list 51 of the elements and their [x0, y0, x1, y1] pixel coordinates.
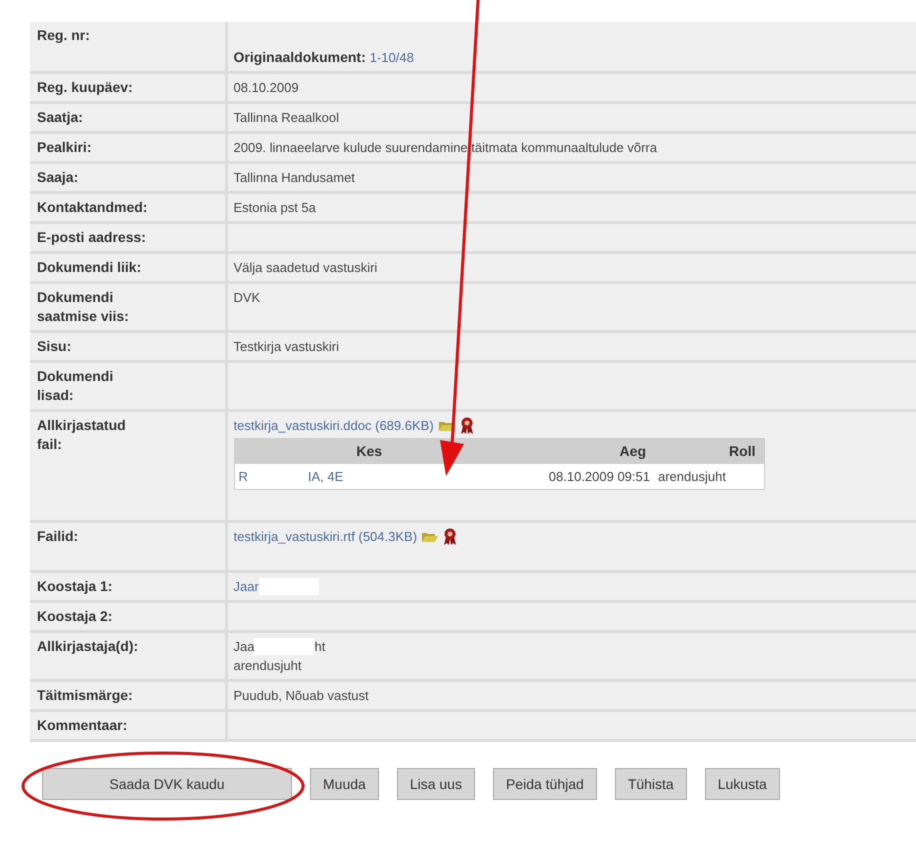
award-ribbon-icon[interactable]: [460, 416, 474, 435]
field-label: Koostaja 1:: [37, 577, 112, 596]
action-button[interactable]: Peida tühjad: [492, 768, 597, 800]
field-label: Allkirjastatud fail:: [37, 416, 127, 454]
column-header: Kes: [234, 438, 504, 464]
field-value: Tallinna Reaalkool: [234, 110, 340, 125]
action-button[interactable]: Tühista: [614, 768, 687, 800]
field-value: Puudub, Nõuab vastust: [234, 688, 369, 703]
field-caption: Originaaldokument:: [234, 49, 366, 65]
person-link[interactable]: Jaar: [234, 579, 259, 594]
field-label: Failid:: [37, 527, 78, 546]
field-label: Kommentaar:: [37, 716, 128, 735]
table-cell: 08.10.2009 09:51: [504, 464, 654, 490]
signer-name[interactable]: R: [238, 469, 248, 484]
field-label: Sisu:: [37, 337, 72, 356]
field-label: Reg. kuupäev:: [37, 78, 133, 97]
field-value: Testkirja vastuskiri: [234, 339, 339, 354]
column-header: Roll: [654, 438, 764, 464]
action-button[interactable]: Lisa uus: [396, 768, 475, 800]
field-label: Täitmismärge:: [37, 686, 133, 705]
file-link[interactable]: testkirja_vastuskiri.ddoc (689.6KB): [234, 418, 434, 433]
award-ribbon-icon[interactable]: [443, 528, 458, 546]
field-label: Dokumendi saatmise viis:: [37, 288, 130, 326]
field-value: 2009. linnaeelarve kulude suurendamine täitmata kommunaaltulude võrra: [234, 140, 657, 155]
field-label: Dokumendi lisad:: [37, 367, 114, 405]
field-label: Pealkiri:: [37, 138, 92, 157]
table-cell: arendusjuht: [654, 464, 764, 490]
field-value: Välja saadetud vastuskiri: [234, 260, 378, 275]
action-button[interactable]: Saada DVK kaudu: [42, 768, 292, 800]
action-button[interactable]: Muuda: [310, 768, 379, 800]
action-button[interactable]: Lukusta: [704, 768, 780, 800]
field-value: DVK: [234, 290, 260, 305]
column-header: Aeg: [504, 438, 654, 464]
field-label: Koostaja 2:: [37, 607, 112, 626]
signer-name: ht: [314, 639, 326, 654]
field-label: E-posti aadress:: [37, 228, 146, 247]
document-link[interactable]: 1-10/48: [370, 50, 414, 65]
field-label: Kontaktandmed:: [37, 198, 148, 217]
field-label: Saaja:: [37, 168, 78, 187]
signer-role: arendusjuht: [234, 658, 302, 673]
file-link[interactable]: testkirja_vastuskiri.rtf (504.3KB): [234, 529, 418, 544]
field-label: Reg. nr:: [37, 26, 90, 45]
signer-name[interactable]: IA, 4E: [308, 469, 344, 484]
field-label: Allkirjastaja(d):: [37, 637, 138, 656]
field-value: Tallinna Handusamet: [234, 170, 355, 185]
signer-name: Jaa: [234, 639, 254, 654]
folder-icon[interactable]: [438, 420, 456, 432]
field-label: Saatja:: [37, 108, 83, 127]
field-value: Estonia pst 5a: [234, 200, 316, 215]
field-label: Dokumendi liik:: [37, 258, 142, 277]
field-value: 08.10.2009: [234, 80, 299, 95]
